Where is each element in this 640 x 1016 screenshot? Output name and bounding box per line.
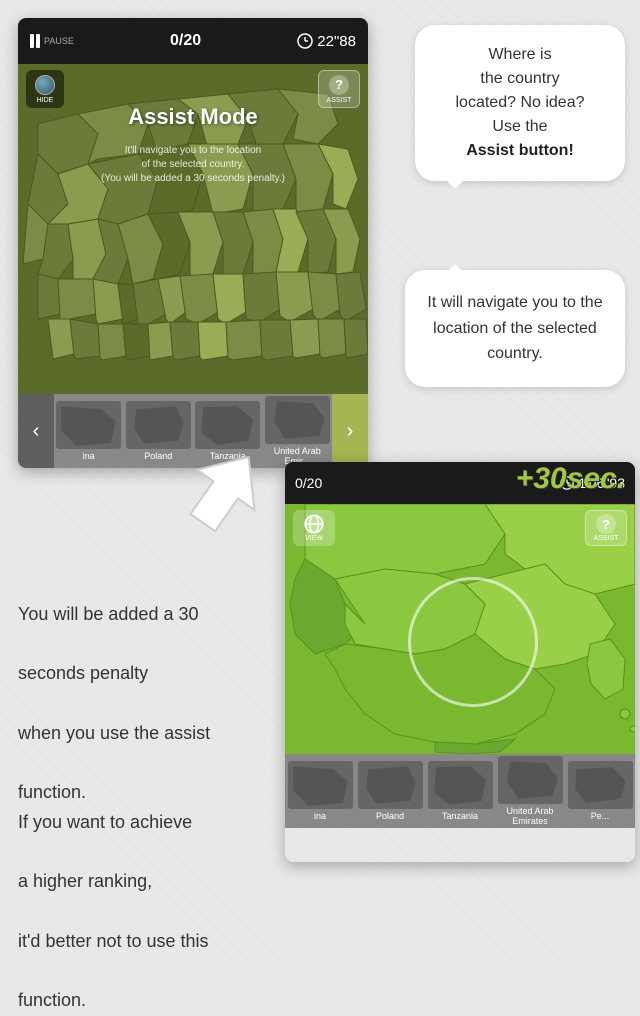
globe-icon	[35, 75, 55, 95]
assist-button[interactable]: ? ASSIST	[318, 70, 360, 108]
bottom-country-item-1[interactable]: ina	[288, 761, 353, 821]
country-silhouette-1	[56, 401, 121, 449]
country-silhouette-3	[195, 401, 260, 449]
bottom-country-silhouette-1	[288, 761, 353, 809]
country-label-1: ina	[83, 451, 95, 461]
pause-label: PAUSE	[44, 36, 74, 46]
top-game-screenshot: PAUSE 0/20 22"88	[18, 18, 368, 468]
country-silhouette-2	[126, 401, 191, 449]
bottom-country-items: ina Poland Tanzania United ArabEmirates	[285, 754, 635, 828]
assist-mode-subtext: It'll navigate you to the locationof the…	[93, 144, 293, 186]
bubble1-text: Where isthe countrylocated? No idea?Use …	[456, 46, 585, 159]
bottom-country-item-3[interactable]: Tanzania	[428, 761, 493, 821]
hide-button[interactable]: HIDE	[26, 70, 64, 108]
bottom-country-strip: ina Poland Tanzania United ArabEmirates	[285, 754, 635, 828]
clock-icon	[297, 33, 313, 49]
bottom-map-area: VIEW ? ASSIST	[285, 504, 635, 754]
left-text-block: You will be added a 30 seconds penalty w…	[18, 600, 273, 1016]
bottom-game-screenshot: 0/20 1'06"93	[285, 462, 635, 862]
bottom-country-label-2: Poland	[376, 811, 404, 821]
bottom-country-silhouette-5	[568, 761, 633, 809]
assist-mode-title: Assist Mode	[128, 104, 258, 130]
strip-left-arrow[interactable]: ‹	[18, 394, 54, 468]
country-silhouette-4	[265, 396, 330, 444]
bottom-country-label-4: United ArabEmirates	[506, 806, 553, 826]
bottom-score-value: 0/20	[295, 475, 322, 491]
strip-right-arrow[interactable]: ›	[332, 394, 368, 468]
bottom-map-svg	[285, 504, 635, 754]
assist-label: ASSIST	[327, 97, 352, 104]
bottom-country-item-4[interactable]: United ArabEmirates	[498, 756, 563, 826]
bottom-country-silhouette-4	[498, 756, 563, 804]
bottom-country-silhouette-3	[428, 761, 493, 809]
bottom-country-label-1: ina	[314, 811, 326, 821]
bottom-country-item-2[interactable]: Poland	[358, 761, 423, 821]
bottom-country-item-5[interactable]: Pe...	[568, 761, 633, 821]
speech-bubble-2: It will navigate you to the location of …	[405, 270, 625, 387]
globe-icon-bottom	[304, 514, 324, 534]
hide-label: HIDE	[37, 97, 54, 104]
bottom-assist-button[interactable]: ? ASSIST	[585, 510, 627, 546]
bottom-country-label-3: Tanzania	[442, 811, 478, 821]
bottom-score: 0/20	[295, 475, 322, 491]
bottom-assist-label: ASSIST	[594, 535, 619, 542]
pause-button[interactable]: PAUSE	[30, 34, 74, 48]
country-item-1[interactable]: ina	[56, 401, 121, 461]
bottom-question-icon: ?	[596, 514, 616, 534]
question-icon: ?	[329, 75, 349, 95]
big-arrow	[165, 448, 275, 553]
score-display: 0/20	[170, 32, 201, 50]
bottom-country-silhouette-2	[358, 761, 423, 809]
game-header: PAUSE 0/20 22"88	[18, 18, 368, 64]
bottom-country-label-5: Pe...	[591, 811, 610, 821]
view-label: VIEW	[305, 535, 323, 542]
timer-value: 22"88	[317, 33, 356, 50]
top-map-area: Assist Mode It'll navigate you to the lo…	[18, 64, 368, 394]
view-button[interactable]: VIEW	[293, 510, 335, 546]
speech-bubble-1: Where isthe countrylocated? No idea?Use …	[415, 25, 625, 181]
penalty-display: +30sec.	[516, 462, 625, 496]
left-text-content: You will be added a 30 seconds penalty w…	[18, 604, 210, 1010]
bubble2-text: It will navigate you to the location of …	[427, 294, 602, 362]
timer-display: 22"88	[297, 33, 356, 50]
bubble1-bold: Assist button!	[466, 142, 574, 159]
